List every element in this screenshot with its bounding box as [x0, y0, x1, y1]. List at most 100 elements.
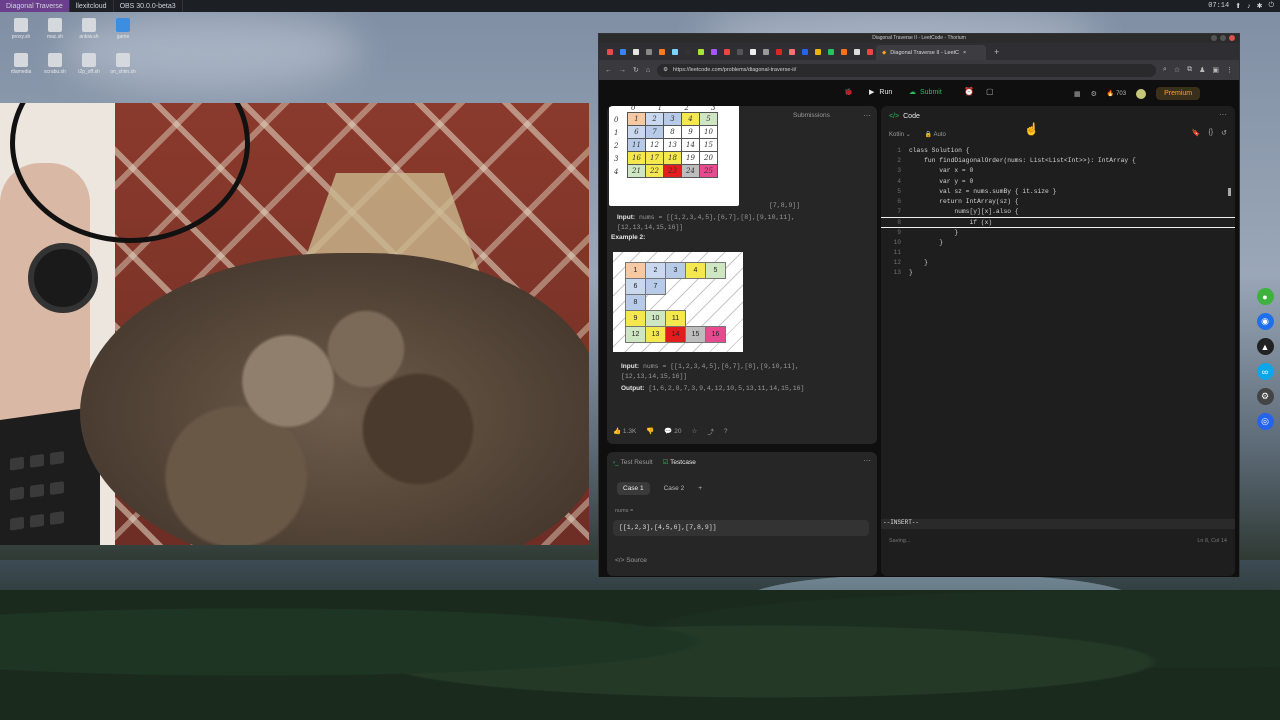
maximize-button[interactable] — [1220, 35, 1226, 41]
grid-cell: 14 — [665, 326, 686, 343]
auto-toggle[interactable]: 🔒 Auto — [925, 131, 946, 138]
close-tab-icon[interactable]: × — [963, 50, 966, 56]
pinned-tab[interactable] — [785, 43, 798, 60]
taskbar-item-browser[interactable]: Diagonal Traverse — [0, 0, 70, 12]
network-icon[interactable]: ⬆ — [1235, 2, 1241, 10]
desktop-icon[interactable]: mac.sh — [38, 18, 72, 40]
desktop-icon[interactable]: game — [106, 18, 140, 40]
pinned-tab[interactable] — [863, 43, 876, 60]
avatar[interactable] — [1136, 88, 1147, 99]
add-case-button[interactable]: + — [698, 485, 702, 492]
desktop-icon[interactable]: proxy.sh — [4, 18, 38, 40]
code-tab-label[interactable]: Code — [903, 113, 920, 120]
desktop-icon[interactable]: rtlamedia — [4, 53, 38, 75]
layout-icon[interactable]: ▦ — [1074, 90, 1081, 98]
bookmark-star-icon[interactable]: ☆ — [1174, 66, 1180, 74]
dock-app-chromium-icon[interactable]: ◎ — [1256, 413, 1274, 430]
case-1-tab[interactable]: Case 1 — [617, 482, 650, 495]
more-options-icon[interactable]: ⋯ — [863, 456, 871, 465]
pinned-tab[interactable] — [850, 43, 863, 60]
minimize-button[interactable] — [1211, 35, 1217, 41]
dock-app-inkscape-icon[interactable]: ▲ — [1256, 338, 1274, 355]
comments-button[interactable]: 💬 20 — [664, 427, 681, 435]
tab-test-result[interactable]: ›_ Test Result — [613, 459, 653, 466]
tab-leetcode[interactable]: ◆ Diagonal Traverse II - LeetC × — [876, 45, 986, 60]
pinned-tab[interactable] — [720, 43, 733, 60]
zoom-icon[interactable]: ⌕ — [1163, 66, 1167, 74]
pinned-tab[interactable] — [837, 43, 850, 60]
new-tab-button[interactable]: + — [994, 47, 999, 57]
pinned-tab[interactable] — [603, 43, 616, 60]
dock-app-browser-icon[interactable]: ◉ — [1256, 313, 1274, 330]
pinned-tab[interactable] — [824, 43, 837, 60]
grid-cell: 9 — [681, 125, 700, 139]
notes-icon[interactable]: ▢ — [986, 87, 994, 96]
code-editor[interactable]: 1 class Solution { 2 fun findDiagonalOrde… — [881, 146, 1235, 518]
pinned-tab[interactable] — [694, 43, 707, 60]
braces-icon[interactable]: {} — [1208, 129, 1213, 137]
desktop-icon[interactable]: ankiw.sh — [72, 18, 106, 40]
close-window-button[interactable] — [1229, 35, 1235, 41]
reload-icon[interactable]: ↻ — [633, 66, 639, 74]
row-indices: 0 1 2 3 4 — [614, 116, 619, 176]
submit-button[interactable]: ☁ Submit — [909, 88, 942, 97]
pinned-tab[interactable] — [616, 43, 629, 60]
language-select[interactable]: Kotlin ⌄ — [889, 131, 911, 138]
pinned-tab[interactable] — [811, 43, 824, 60]
home-icon[interactable]: ⌂ — [646, 67, 650, 74]
case-2-tab[interactable]: Case 2 — [658, 482, 691, 495]
settings-icon[interactable]: ⚙ — [1091, 90, 1097, 98]
pinned-tab[interactable] — [681, 43, 694, 60]
bookmark-icon[interactable]: 🔖 — [1192, 129, 1201, 137]
premium-button[interactable]: Premium — [1156, 87, 1201, 100]
dock-app-settings-icon[interactable]: ⚙ — [1256, 388, 1274, 405]
menu-icon[interactable]: ⋮ — [1226, 66, 1233, 74]
nums-input[interactable]: [[1,2,3],[4,5,6],[7,8,9]] — [613, 520, 869, 536]
pinned-tab[interactable] — [642, 43, 655, 60]
pinned-tab[interactable] — [668, 43, 681, 60]
profile-icon[interactable]: ♟ — [1199, 66, 1205, 74]
pinned-tab[interactable] — [746, 43, 759, 60]
grid-cell: 22 — [645, 164, 664, 178]
pinned-tab[interactable] — [798, 43, 811, 60]
timer-icon[interactable]: ⏰ — [964, 87, 974, 96]
dislike-icon[interactable]: 👎 — [646, 427, 654, 435]
run-button[interactable]: ▶ Run — [869, 88, 892, 97]
dock-app-green-icon[interactable]: ● — [1256, 288, 1274, 305]
pinned-tab[interactable] — [772, 43, 785, 60]
streak-counter[interactable]: 🔥 703 — [1107, 90, 1126, 97]
volume-icon[interactable]: ♪ — [1247, 3, 1251, 10]
sidebar-icon[interactable]: ▣ — [1212, 66, 1219, 74]
pinned-tab[interactable] — [759, 43, 772, 60]
source-button[interactable]: </> Source — [615, 557, 647, 564]
share-icon[interactable]: ⤴ — [707, 426, 714, 436]
like-button[interactable]: 👍 1.3K — [613, 427, 636, 435]
tab-submissions[interactable]: Submissions — [793, 112, 830, 119]
back-icon[interactable]: ← — [605, 67, 612, 74]
more-options-icon[interactable]: ⋯ — [863, 111, 871, 120]
tab-testcase[interactable]: ☑ Testcase — [663, 458, 696, 466]
taskbar-item-obs[interactable]: OBS 30.0.0-beta3 — [114, 0, 183, 12]
editor-scrollbar[interactable] — [1228, 188, 1231, 196]
dock-app-obs-icon[interactable]: ∞ — [1256, 363, 1274, 380]
pinned-tab[interactable] — [655, 43, 668, 60]
more-options-icon[interactable]: ⋯ — [1219, 110, 1227, 119]
url-field[interactable]: ⚙ https://leetcode.com/problems/diagonal… — [657, 63, 1156, 77]
help-icon[interactable]: ? — [724, 428, 728, 435]
extensions-icon[interactable]: ⧉ — [1187, 66, 1192, 74]
power-icon[interactable]: ⏻ — [1268, 2, 1274, 10]
reset-icon[interactable]: ↺ — [1221, 129, 1227, 137]
site-info-icon[interactable]: ⚙ — [663, 67, 668, 73]
favorite-icon[interactable]: ☆ — [692, 427, 698, 435]
desktop-icon[interactable]: scrabu.sh — [38, 53, 72, 75]
leetcode-icon: ◆ — [882, 49, 887, 56]
desktop-icon[interactable]: i2p_off.sh — [72, 53, 106, 75]
pinned-tab[interactable] — [707, 43, 720, 60]
bluetooth-icon[interactable]: ✱ — [1257, 2, 1263, 10]
taskbar-item-cloud[interactable]: llexitcloud — [70, 0, 114, 12]
debug-icon[interactable]: 🐞 — [844, 88, 853, 96]
forward-icon[interactable]: → — [619, 67, 626, 74]
pinned-tab[interactable] — [629, 43, 642, 60]
pinned-tab[interactable] — [733, 43, 746, 60]
desktop-icon[interactable]: on_shim.sh — [106, 53, 140, 75]
